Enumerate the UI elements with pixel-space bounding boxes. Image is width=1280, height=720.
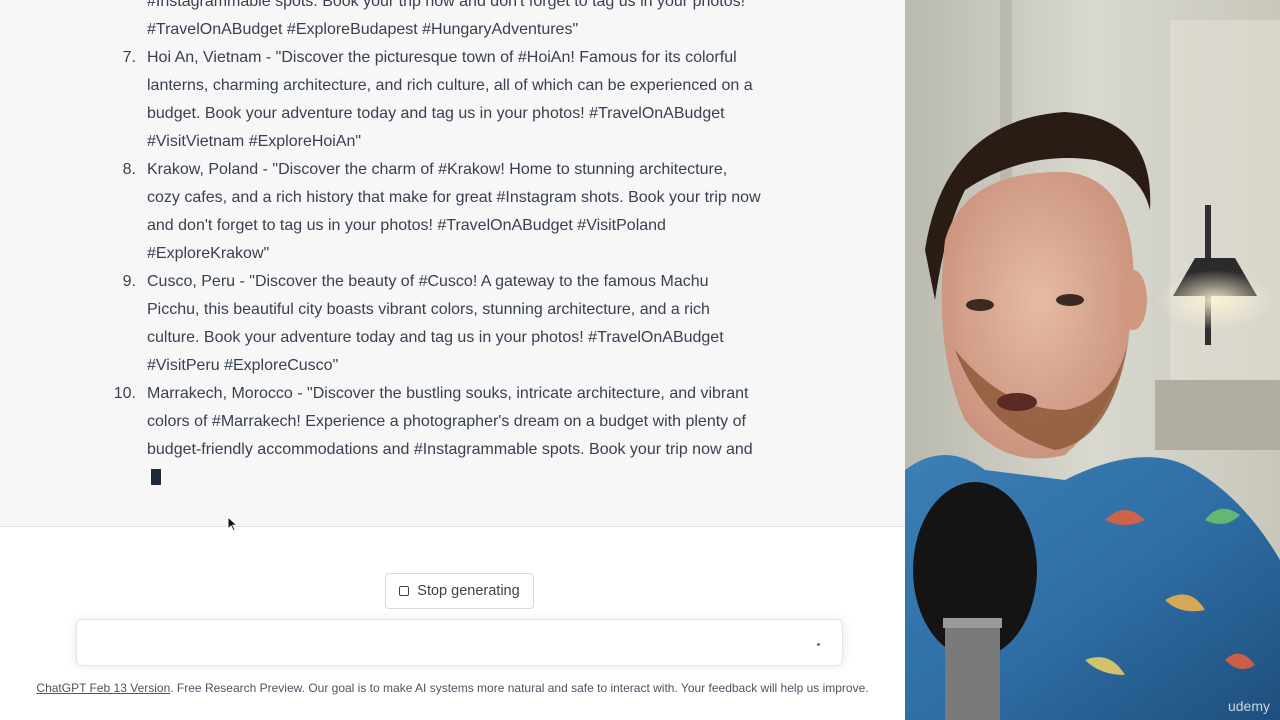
stop-generating-label: Stop generating	[417, 583, 520, 599]
response-line: #Instagrammable spots. Book your trip no…	[147, 0, 746, 10]
list-number: 9.	[122, 273, 136, 290]
response-line: Cusco, Peru - "Discover the beauty of #C…	[147, 273, 709, 290]
version-link[interactable]: ChatGPT Feb 13 Version	[36, 681, 170, 695]
webcam-feed: udemy	[905, 0, 1280, 720]
response-line: #VisitPeru #ExploreCusco"	[147, 357, 339, 374]
response-line: and don't forget to tag us in your photo…	[147, 217, 666, 234]
loading-dots-icon	[817, 643, 820, 646]
list-number: 7.	[122, 49, 136, 66]
response-line: Marrakech, Morocco - "Discover the bustl…	[147, 385, 749, 402]
response-line: budget-friendly accommodations and #Inst…	[147, 441, 753, 458]
response-line: Krakow, Poland - "Discover the charm of …	[147, 161, 728, 178]
typing-cursor	[151, 469, 161, 485]
udemy-watermark: udemy	[1227, 698, 1270, 714]
response-line: budget. Book your adventure today and ta…	[147, 105, 725, 122]
response-line: lanterns, charming architecture, and ric…	[147, 77, 753, 94]
mouse-pointer-icon	[227, 516, 239, 532]
list-number: 10.	[113, 385, 136, 402]
response-line: colors of #Marrakech! Experience a photo…	[147, 413, 746, 430]
response-line: #VisitVietnam #ExploreHoiAn"	[147, 133, 362, 150]
list-number: 8.	[122, 161, 136, 178]
response-line: Picchu, this beautiful city boasts vibra…	[147, 301, 710, 318]
footer-text: . Free Research Preview. Our goal is to …	[170, 681, 869, 695]
stop-square-icon	[399, 586, 410, 596]
assistant-response: #Instagrammable spots. Book your trip no…	[0, 0, 905, 527]
prompt-input[interactable]	[76, 619, 843, 666]
footer: ChatGPT Feb 13 Version. Free Research Pr…	[0, 681, 905, 695]
response-line: #TravelOnABudget #ExploreBudapest #Hunga…	[147, 21, 579, 38]
response-line: culture. Book your adventure today and t…	[147, 329, 724, 346]
chat-pane: #Instagrammable spots. Book your trip no…	[0, 0, 905, 720]
response-line: #ExploreKrakow"	[147, 245, 270, 262]
response-line: cozy cafes, and a rich history that make…	[147, 189, 761, 206]
response-line: Hoi An, Vietnam - "Discover the pictures…	[147, 49, 737, 66]
stop-generating-button[interactable]: Stop generating	[385, 573, 534, 609]
presenter-video-image	[905, 0, 1280, 720]
